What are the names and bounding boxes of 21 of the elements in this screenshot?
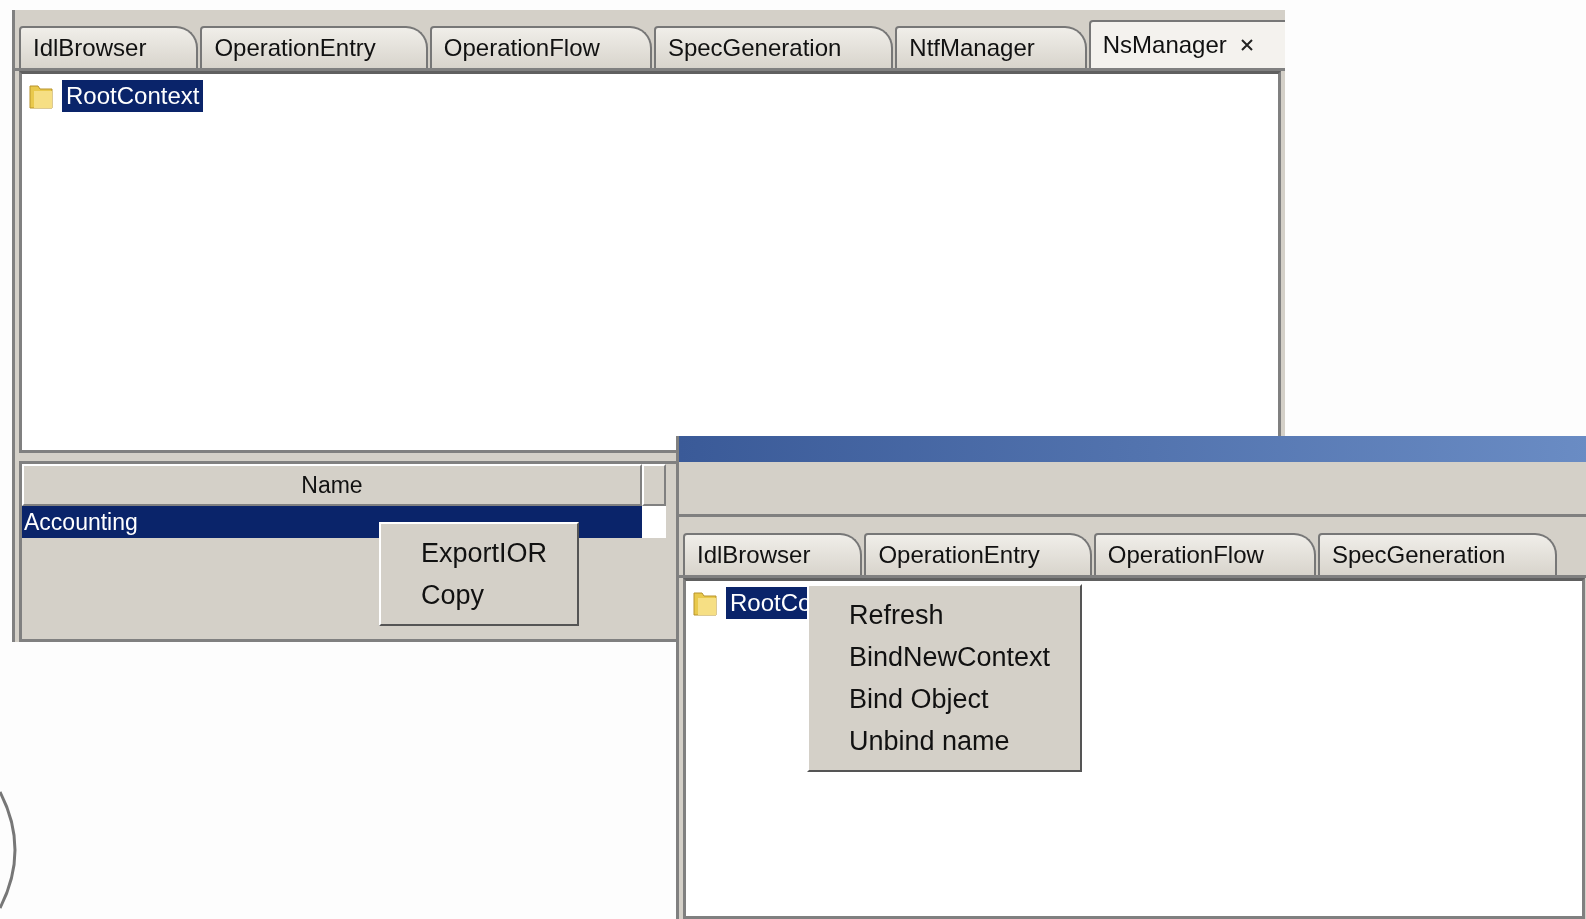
folder-icon (692, 589, 718, 617)
close-icon[interactable] (1240, 38, 1253, 52)
tab[interactable]: IdlBrowser (19, 26, 199, 68)
tree-item[interactable]: RootContext (62, 80, 204, 112)
menu-item[interactable]: Bind Object (849, 678, 1051, 720)
menu-item[interactable]: BindNewContext (849, 636, 1051, 678)
tab[interactable]: NtfManager (895, 26, 1087, 68)
tab[interactable]: IdlBrowser (683, 533, 863, 575)
folder-icon (28, 82, 54, 110)
tab[interactable]: OperationFlow (1093, 533, 1316, 575)
menu-item[interactable]: Copy (421, 574, 548, 616)
tab[interactable]: SpecGeneration (1317, 533, 1558, 575)
table-cell (642, 506, 666, 538)
tab[interactable]: SpecGeneration (653, 26, 894, 68)
tab[interactable]: OperationFlow (429, 26, 652, 68)
tab[interactable]: OperationEntry (864, 533, 1092, 575)
tab[interactable]: NsManager (1088, 20, 1285, 68)
menu-item[interactable]: Unbind name (849, 720, 1051, 762)
column-header[interactable]: Name (22, 464, 642, 506)
column-header[interactable] (642, 464, 666, 506)
tab[interactable]: OperationEntry (200, 26, 428, 68)
